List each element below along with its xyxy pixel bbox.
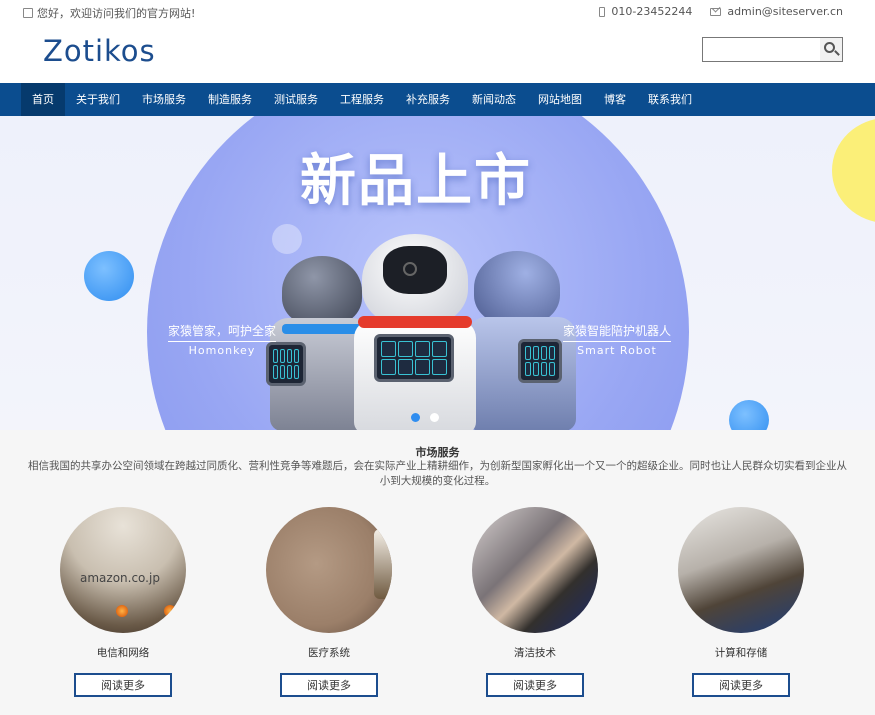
nav-item-market[interactable]: 市场服务 [131,83,197,116]
caption-right-cn: 家猿智能陪护机器人 [563,322,672,342]
service-card: 清洁技术 阅读更多 [470,507,600,697]
search-input[interactable] [706,40,818,59]
banner-title: 新品上市 [300,149,532,214]
service-card: 医疗系统 阅读更多 [264,507,394,697]
nav-item-sitemap[interactable]: 网站地图 [527,83,593,116]
nav-item-supplementary[interactable]: 补充服务 [395,83,461,116]
decor-yellow-circle [832,118,875,223]
service-image-medical[interactable] [266,507,392,633]
banner-caption-right: 家猿智能陪护机器人 Smart Robot [563,322,672,357]
service-title: 清洁技术 [514,647,556,659]
site-logo[interactable]: Zotikos [43,34,156,68]
hero-banner[interactable]: 新品上市 家猿管家，呵护全家 Homonkey 家猿智能陪护机器人 Smart … [0,116,875,430]
nav-item-testing[interactable]: 测试服务 [263,83,329,116]
service-image-telecom[interactable]: amazon.co.jp [60,507,186,633]
decor-blue-ball [729,400,769,430]
caption-left-en: Homonkey [188,344,256,357]
section-title: 市场服务 [415,446,460,459]
welcome-text: 您好，欢迎访问我们的官方网站! [37,7,196,20]
slider-dot-2[interactable] [430,413,439,422]
slider-pagination [411,413,439,422]
service-title: 电信和网络 [96,647,150,659]
decor-bubble [272,224,302,254]
phone-icon [599,6,606,17]
nav-item-manufacturing[interactable]: 制造服务 [197,83,263,116]
service-image-cleantech[interactable] [472,507,598,633]
contact-info: 010-23452244 admin@siteserver.cn [599,5,843,18]
search-button[interactable] [820,38,842,61]
notice-icon [23,8,33,18]
nav-item-contact[interactable]: 联系我们 [637,83,703,116]
service-title: 计算和存储 [714,647,768,659]
service-title: 医疗系统 [308,647,350,659]
section-description: 相信我国的共享办公空间领域在跨越过同质化、营利性竞争等难题后，会在实际产业上精耕… [28,460,847,487]
decor-blue-ball [84,251,134,301]
top-bar: 您好，欢迎访问我们的官方网站! 010-23452244 admin@sites… [0,0,875,24]
nav-item-home[interactable]: 首页 [21,83,65,116]
banner-caption-left: 家猿管家，呵护全家 Homonkey [168,322,277,357]
main-nav: 首页 关于我们 市场服务 制造服务 测试服务 工程服务 补充服务 新闻动态 网站… [0,83,875,116]
site-header: Zotikos [0,24,875,83]
service-card: amazon.co.jp 电信和网络 阅读更多 [58,507,188,697]
search-box [702,37,843,62]
welcome-message: 您好，欢迎访问我们的官方网站! [23,5,195,21]
service-card: 计算和存储 阅读更多 [676,507,806,697]
nav-item-about[interactable]: 关于我们 [65,83,131,116]
read-more-button[interactable]: 阅读更多 [486,673,584,697]
read-more-button[interactable]: 阅读更多 [692,673,790,697]
email-link[interactable]: admin@siteserver.cn [727,5,843,18]
service-image-computing[interactable] [678,507,804,633]
nav-item-news[interactable]: 新闻动态 [461,83,527,116]
read-more-button[interactable]: 阅读更多 [74,673,172,697]
caption-left-cn: 家猿管家，呵护全家 [168,322,277,342]
nav-item-engineering[interactable]: 工程服务 [329,83,395,116]
read-more-button[interactable]: 阅读更多 [280,673,378,697]
image-text: amazon.co.jp [80,571,160,585]
nav-item-blog[interactable]: 博客 [593,83,637,116]
robot-center-image [350,234,480,430]
slider-dot-1[interactable] [411,413,420,422]
phone-number: 010-23452244 [611,5,693,18]
mail-icon [710,7,722,16]
caption-right-en: Smart Robot [577,344,657,357]
